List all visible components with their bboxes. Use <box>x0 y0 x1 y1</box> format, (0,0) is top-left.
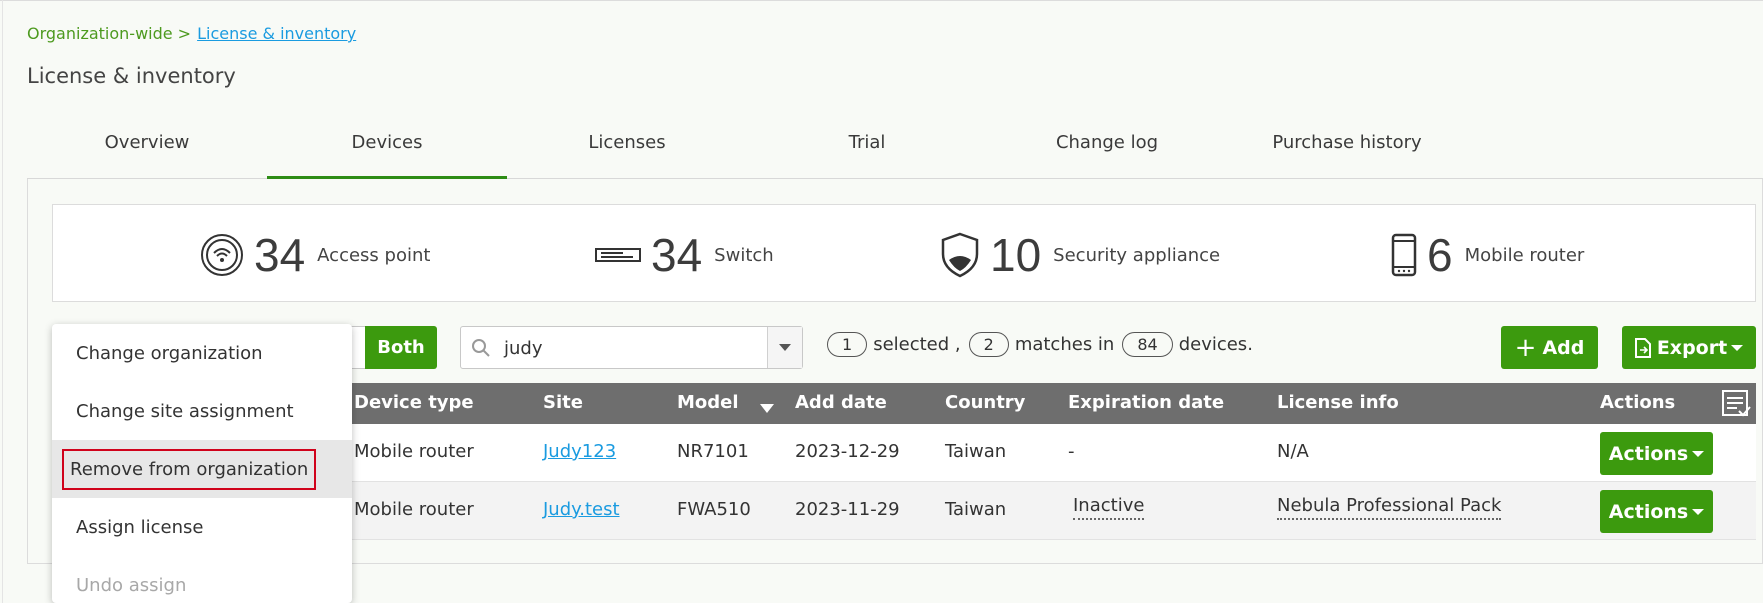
switch-icon <box>595 247 641 263</box>
stat-access-point: 34 Access point <box>200 227 430 283</box>
switch-label: Switch <box>714 244 774 266</box>
plus-icon: + <box>1514 332 1537 363</box>
row-actions-button[interactable]: Actions <box>1600 432 1713 475</box>
caret-down-icon <box>1692 450 1705 457</box>
cell-site-link[interactable]: Judy123 <box>543 441 616 462</box>
menu-item-undo-assign: Undo assign <box>52 556 352 603</box>
cell-country: Taiwan <box>945 499 1007 520</box>
cell-model: FWA510 <box>677 499 751 520</box>
mobile-router-icon <box>1391 233 1417 277</box>
selected-count: 1 <box>827 332 868 357</box>
cell-site-link[interactable]: Judy.test <box>543 499 620 520</box>
tab-purchase-history[interactable]: Purchase history <box>1227 120 1467 179</box>
toggle-both-button[interactable]: Both <box>365 326 437 369</box>
col-model[interactable]: Model <box>677 392 739 413</box>
search-icon <box>471 338 491 362</box>
col-country[interactable]: Country <box>945 392 1025 413</box>
menu-item-remove-from-organization[interactable]: Remove from organization <box>52 440 352 498</box>
matches-text: matches in <box>1014 334 1115 355</box>
caret-down-icon <box>1731 344 1744 351</box>
switch-count: 34 <box>651 229 703 281</box>
search-value: judy <box>504 338 543 359</box>
stat-mobile-router: 6 Mobile router <box>1391 227 1584 283</box>
add-label: Add <box>1542 336 1585 359</box>
chevron-down-icon <box>779 343 791 351</box>
export-label: Export <box>1656 336 1728 359</box>
left-border <box>2 0 3 603</box>
cell-add-date: 2023-12-29 <box>795 441 900 462</box>
cell-add-date: 2023-11-29 <box>795 499 900 520</box>
devices-table: Device type Site Model Add date Country … <box>340 383 1756 540</box>
export-file-icon <box>1634 337 1651 358</box>
cell-license-info: N/A <box>1277 441 1309 462</box>
tab-devices[interactable]: Devices <box>267 120 507 179</box>
cell-device-type: Mobile router <box>354 499 474 520</box>
menu-item-label: Assign license <box>76 516 204 538</box>
export-button[interactable]: Export <box>1622 326 1756 369</box>
selection-summary: 1 selected , 2 matches in 84 devices. <box>827 332 1261 357</box>
col-expiration-date[interactable]: Expiration date <box>1068 392 1224 413</box>
menu-item-change-organization[interactable]: Change organization <box>52 324 352 382</box>
menu-item-label: Change organization <box>76 342 263 364</box>
menu-item-label: Remove from organization <box>62 448 317 490</box>
stat-security-appliance: 10 Security appliance <box>940 227 1220 283</box>
tab-licenses[interactable]: Licenses <box>507 120 747 179</box>
security-appliance-count: 10 <box>990 229 1042 281</box>
page-title: License & inventory <box>27 64 236 88</box>
breadcrumb: Organization-wide > License & inventory <box>27 24 356 43</box>
caret-down-icon <box>1692 508 1705 515</box>
menu-item-change-site-assignment[interactable]: Change site assignment <box>52 382 352 440</box>
devices-count: 84 <box>1122 332 1173 357</box>
cell-license-info[interactable]: Nebula Professional Pack <box>1277 495 1502 520</box>
col-license-info[interactable]: License info <box>1277 392 1399 413</box>
sort-desc-icon[interactable] <box>760 398 774 419</box>
search-input[interactable]: judy <box>460 326 803 369</box>
tab-trial[interactable]: Trial <box>747 120 987 179</box>
matches-count: 2 <box>968 332 1009 357</box>
col-site[interactable]: Site <box>543 392 583 413</box>
col-actions: Actions <box>1600 392 1676 413</box>
menu-item-assign-license[interactable]: Assign license <box>52 498 352 556</box>
breadcrumb-current[interactable]: License & inventory <box>197 24 356 43</box>
column-settings-icon[interactable] <box>1721 389 1751 424</box>
access-point-label: Access point <box>317 244 431 266</box>
top-border <box>0 0 1763 1</box>
table-header: Device type Site Model Add date Country … <box>340 383 1756 424</box>
table-row[interactable]: Mobile router Judy123 NR7101 2023-12-29 … <box>340 424 1756 482</box>
access-point-count: 34 <box>254 229 306 281</box>
toggle-option-left[interactable] <box>350 326 366 369</box>
mobile-router-count: 6 <box>1427 229 1453 281</box>
actions-label: Actions <box>1608 442 1689 465</box>
security-appliance-icon <box>940 232 980 278</box>
tab-change-log[interactable]: Change log <box>987 120 1227 179</box>
cell-expiration[interactable]: Inactive <box>1073 495 1145 520</box>
access-point-icon <box>200 233 244 277</box>
tab-overview[interactable]: Overview <box>27 120 267 179</box>
actions-label: Actions <box>1608 500 1689 523</box>
table-row[interactable]: Mobile router Judy.test FWA510 2023-11-2… <box>340 482 1756 540</box>
security-appliance-label: Security appliance <box>1053 244 1221 266</box>
menu-item-label: Undo assign <box>76 574 187 596</box>
mobile-router-label: Mobile router <box>1464 244 1585 266</box>
breadcrumb-parent[interactable]: Organization-wide > <box>27 24 191 43</box>
add-button[interactable]: + Add <box>1501 326 1598 369</box>
search-dropdown-toggle[interactable] <box>767 327 802 368</box>
tab-bar: Overview Devices Licenses Trial Change l… <box>27 120 1763 179</box>
col-device-type[interactable]: Device type <box>354 392 474 413</box>
menu-item-label: Change site assignment <box>76 400 294 422</box>
stat-switch: 34 Switch <box>595 227 774 283</box>
cell-expiration: - <box>1068 441 1075 462</box>
cell-model: NR7101 <box>677 441 749 462</box>
row-actions-button[interactable]: Actions <box>1600 490 1713 533</box>
col-add-date[interactable]: Add date <box>795 392 887 413</box>
cell-country: Taiwan <box>945 441 1007 462</box>
bulk-actions-menu: Change organization Change site assignme… <box>52 324 352 603</box>
device-summary: 34 Access point 34 Switch 10 Security ap… <box>52 204 1756 302</box>
cell-device-type: Mobile router <box>354 441 474 462</box>
selected-text: selected , <box>873 334 961 355</box>
devices-text: devices. <box>1178 334 1253 355</box>
